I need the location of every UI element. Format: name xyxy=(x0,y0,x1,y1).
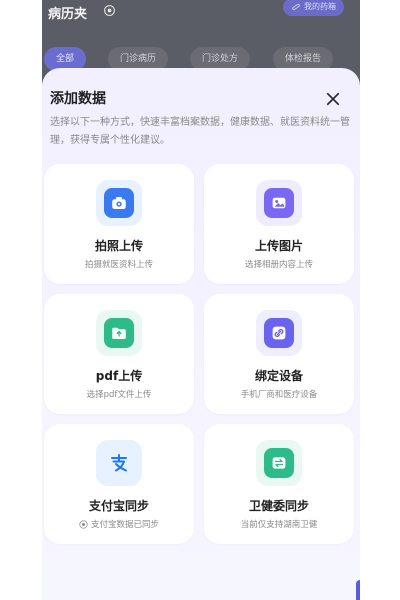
image-upload-subtitle-text: 选择相册内容上传 xyxy=(244,260,313,270)
photo-upload-card[interactable]: 拍照上传 拍摄就医资料上传 xyxy=(44,164,194,284)
health-commission-sync-subtitle-text: 当前仅支持湖南卫健 xyxy=(240,520,318,530)
photo-upload-subtitle: 拍摄就医资料上传 xyxy=(44,258,194,270)
bind-device-label: 绑定设备 xyxy=(254,369,303,383)
bind-device-subtitle: 手机厂商和医疗设备 xyxy=(204,388,354,400)
photo-upload-icon-bg xyxy=(96,180,142,226)
alipay-sync-icon-bg xyxy=(96,440,142,486)
phone-screen: 病历夹 我的药箱 全部 门诊病历 门诊处方 体检报告 添加数据 选择以下一种方式… xyxy=(42,0,360,600)
photo-upload-label: 拍照上传 xyxy=(94,239,143,253)
alipay-icon xyxy=(104,448,134,478)
alipay-sync-card[interactable]: 支付宝同步 支付宝数据已同步 xyxy=(44,424,194,544)
health-commission-sync-label: 卫健委同步 xyxy=(248,499,309,513)
pdf-upload-subtitle-text: 选择pdf文件上传 xyxy=(86,390,152,400)
close-icon xyxy=(326,92,340,106)
photo-upload-subtitle-text: 拍摄就医资料上传 xyxy=(84,260,153,270)
camera-icon xyxy=(104,188,134,218)
pdf-upload-label: pdf上传 xyxy=(95,369,143,383)
sheet-title: 添加数据 xyxy=(50,91,106,107)
pdf-upload-icon-bg xyxy=(96,310,142,356)
top-bar: 病历夹 我的药箱 xyxy=(42,0,360,30)
sheet-description: 选择以下一种方式，快速丰富档案数据，健康数据、就医资料统一管理，获得专属个性化建… xyxy=(50,117,350,146)
image-icon xyxy=(264,188,294,218)
sync-icon xyxy=(264,448,294,478)
pill-icon xyxy=(292,3,300,11)
health-commission-sync-card[interactable]: 卫健委同步 当前仅支持湖南卫健 xyxy=(204,424,354,544)
my-medicine-box-label: 我的药箱 xyxy=(304,2,336,11)
page-title: 病历夹 xyxy=(48,7,88,22)
alipay-sync-subtitle-text: 支付宝数据已同步 xyxy=(90,520,159,530)
image-upload-card[interactable]: 上传图片 选择相册内容上传 xyxy=(204,164,354,284)
my-medicine-box-button[interactable]: 我的药箱 xyxy=(283,0,344,16)
scroll-indicator xyxy=(356,580,360,600)
alipay-sync-subtitle: 支付宝数据已同步 xyxy=(44,518,194,530)
pdf-upload-card[interactable]: pdf上传 选择pdf文件上传 xyxy=(44,294,194,414)
image-upload-icon-bg xyxy=(256,180,302,226)
upload-options-grid: 拍照上传 拍摄就医资料上传 上传图片 选择相册内容上传 pdf上传 选择pdf文… xyxy=(44,164,356,554)
bind-device-card[interactable]: 绑定设备 手机厂商和医疗设备 xyxy=(204,294,354,414)
add-data-sheet: 添加数据 选择以下一种方式，快速丰富档案数据，健康数据、就医资料统一管理，获得专… xyxy=(42,68,360,600)
health-commission-icon-bg xyxy=(256,440,302,486)
image-upload-label: 上传图片 xyxy=(254,239,303,253)
alipay-sync-label: 支付宝同步 xyxy=(88,499,149,513)
eye-icon[interactable] xyxy=(103,4,116,17)
bind-device-subtitle-text: 手机厂商和医疗设备 xyxy=(240,390,318,400)
bind-device-icon-bg xyxy=(256,310,302,356)
upload-folder-icon xyxy=(104,318,134,348)
pdf-upload-subtitle: 选择pdf文件上传 xyxy=(44,388,194,400)
close-button[interactable] xyxy=(324,90,342,108)
link-icon xyxy=(264,318,294,348)
image-upload-subtitle: 选择相册内容上传 xyxy=(204,258,354,270)
health-commission-sync-subtitle: 当前仅支持湖南卫健 xyxy=(204,518,354,530)
sync-status-icon xyxy=(79,519,88,529)
